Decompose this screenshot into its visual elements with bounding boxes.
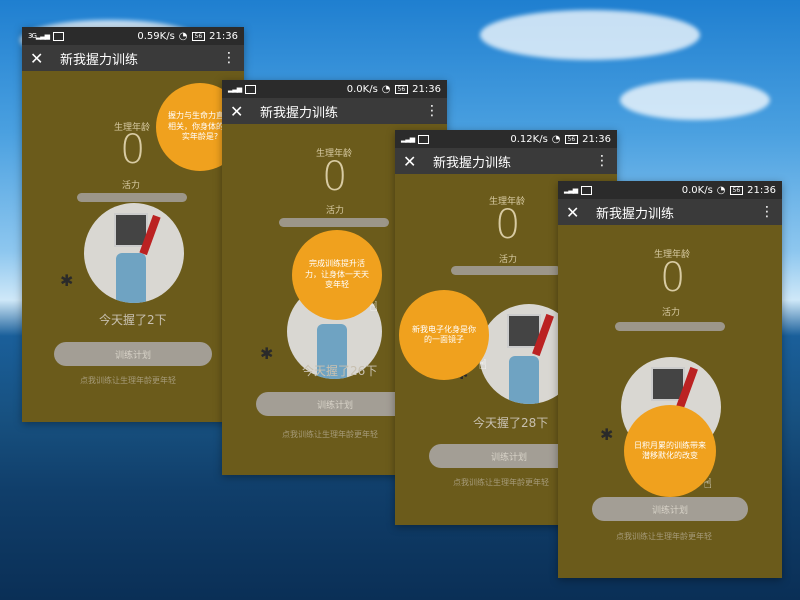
phone-screen-1: 3G▂▃▅ 0.59K/s ◔ 56 21:36 ✕ 新我握力训练 ⋮ 生理年龄… bbox=[22, 27, 244, 422]
tip-bubble-text: 新我电子化身是你的一面镜子 bbox=[412, 324, 476, 344]
status-bar: ▂▃▅ 0.0K/s ◔ 56 21:36 bbox=[558, 181, 782, 199]
more-menu-icon[interactable]: ⋮ bbox=[222, 50, 236, 66]
image-icon bbox=[418, 134, 430, 144]
wifi-icon: ◔ bbox=[381, 83, 391, 95]
cloud bbox=[480, 10, 700, 60]
vitality-bar bbox=[77, 193, 187, 202]
phone-screen-4: ▂▃▅ 0.0K/s ◔ 56 21:36 ✕ 新我握力训练 ⋮ 生理年龄 0 … bbox=[558, 181, 782, 578]
page-title: 新我握力训练 bbox=[596, 206, 675, 222]
close-icon[interactable]: ✕ bbox=[30, 49, 52, 68]
avatar-body bbox=[116, 253, 146, 303]
training-hint-link[interactable]: 点我训练让生理年龄更年轻 bbox=[616, 531, 712, 542]
clock-time: 21:36 bbox=[412, 83, 441, 95]
hand-pointer-icon: ☝ bbox=[478, 356, 487, 373]
vitality-label: 活力 bbox=[122, 181, 141, 191]
app-bar: ✕ 新我握力训练 ⋮ bbox=[558, 199, 782, 225]
image-icon bbox=[245, 84, 257, 94]
signal-icon: 3G▂▃▅ bbox=[28, 32, 50, 40]
age-value: 0 bbox=[322, 154, 348, 200]
status-bar: ▂▃▅ 0.12K/s ◔ 56 21:36 bbox=[395, 130, 617, 148]
grip-count-text: 今天握了28下 bbox=[473, 416, 549, 430]
training-hint-link[interactable]: 点我训练让生理年龄更年轻 bbox=[453, 477, 549, 488]
scribble-icon: ✱ bbox=[600, 425, 614, 444]
vitality-bar bbox=[451, 266, 561, 275]
clock-time: 21:36 bbox=[747, 184, 776, 196]
avatar-body bbox=[509, 356, 539, 404]
vitality-label: 活力 bbox=[662, 308, 681, 318]
training-plan-button[interactable]: 训练计划 bbox=[256, 392, 414, 416]
scribble-icon: ✱ bbox=[60, 271, 74, 290]
status-bar: 3G▂▃▅ 0.59K/s ◔ 56 21:36 bbox=[22, 27, 244, 45]
tip-bubble: 完成训练提升活力，让身体一天天变年轻 ☝ bbox=[292, 230, 382, 320]
wifi-icon: ◔ bbox=[178, 30, 188, 42]
vitality-bar bbox=[279, 218, 389, 227]
wifi-icon: ◔ bbox=[716, 184, 726, 196]
wifi-icon: ◔ bbox=[551, 133, 561, 145]
battery-icon: 56 bbox=[729, 185, 744, 195]
tip-bubble-text: 日积月累的训练带来潜移默化的改变 bbox=[634, 440, 706, 460]
page-title: 新我握力训练 bbox=[433, 155, 512, 171]
status-bar: ▂▃▅ 0.0K/s ◔ 56 21:36 bbox=[222, 80, 447, 98]
network-speed: 0.12K/s bbox=[510, 133, 548, 145]
clock-time: 21:36 bbox=[582, 133, 611, 145]
cloud bbox=[620, 80, 770, 120]
signal-icon: ▂▃▅ bbox=[228, 85, 242, 93]
battery-icon: 56 bbox=[394, 84, 409, 94]
age-value: 0 bbox=[495, 202, 521, 248]
signal-icon: ▂▃▅ bbox=[564, 186, 578, 194]
grip-count-text: 今天握了2下 bbox=[99, 313, 167, 327]
battery-icon: 56 bbox=[191, 31, 206, 41]
app-bar: ✕ 新我握力训练 ⋮ bbox=[22, 45, 244, 71]
close-icon[interactable]: ✕ bbox=[403, 152, 425, 171]
close-icon[interactable]: ✕ bbox=[566, 203, 588, 222]
age-value: 0 bbox=[120, 127, 146, 173]
network-speed: 0.0K/s bbox=[346, 83, 378, 95]
app-bar: ✕ 新我握力训练 ⋮ bbox=[222, 98, 447, 124]
network-speed: 0.0K/s bbox=[681, 184, 713, 196]
page-title: 新我握力训练 bbox=[260, 105, 339, 121]
signal-icon: ▂▃▅ bbox=[401, 135, 415, 143]
hand-pointer-icon: ☝ bbox=[703, 475, 712, 492]
vitality-label: 活力 bbox=[326, 206, 345, 216]
image-icon bbox=[581, 185, 593, 195]
vitality-label: 活力 bbox=[499, 255, 518, 265]
clock-time: 21:36 bbox=[209, 30, 238, 42]
training-hint-link[interactable]: 点我训练让生理年龄更年轻 bbox=[282, 429, 378, 440]
training-plan-button[interactable]: 训练计划 bbox=[54, 342, 212, 366]
network-speed: 0.59K/s bbox=[137, 30, 175, 42]
vitality-bar bbox=[615, 322, 725, 331]
avatar[interactable] bbox=[84, 203, 184, 303]
tip-bubble-text: 完成训练提升活力，让身体一天天变年轻 bbox=[305, 259, 369, 290]
more-menu-icon[interactable]: ⋮ bbox=[425, 103, 439, 119]
image-icon bbox=[53, 31, 65, 41]
scribble-icon: ✱ bbox=[260, 344, 274, 363]
hand-pointer-icon: ☝ bbox=[369, 298, 378, 315]
battery-icon: 56 bbox=[564, 134, 579, 144]
tip-bubble: 新我电子化身是你的一面镜子 ☝ bbox=[399, 290, 489, 380]
grip-count-text: 今天握了26下 bbox=[302, 364, 378, 378]
page-title: 新我握力训练 bbox=[60, 52, 139, 68]
training-hint-link[interactable]: 点我训练让生理年龄更年轻 bbox=[80, 375, 176, 386]
training-plan-button[interactable]: 训练计划 bbox=[592, 497, 748, 521]
more-menu-icon[interactable]: ⋮ bbox=[760, 204, 774, 220]
more-menu-icon[interactable]: ⋮ bbox=[595, 153, 609, 169]
app-bar: ✕ 新我握力训练 ⋮ bbox=[395, 148, 617, 174]
close-icon[interactable]: ✕ bbox=[230, 102, 252, 121]
age-value: 0 bbox=[660, 255, 686, 301]
tip-bubble: 日积月累的训练带来潜移默化的改变 ☝ bbox=[624, 405, 716, 497]
